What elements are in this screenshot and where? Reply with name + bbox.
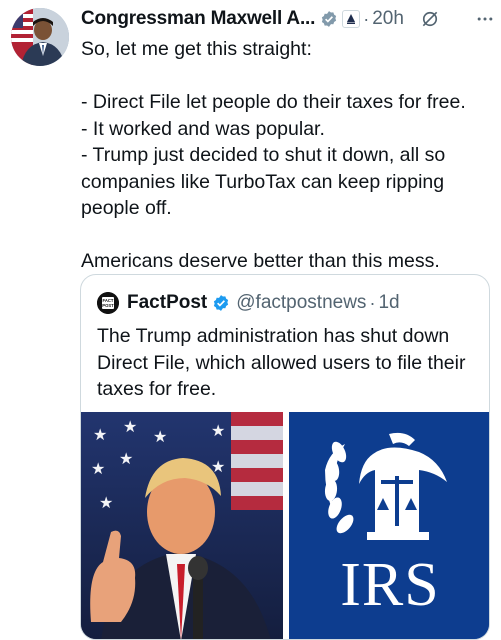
quoted-tweet-card[interactable]: FACT POST FactPost @factpostnews · 1d Th…: [80, 274, 490, 640]
separator-dot: ·: [369, 292, 376, 313]
verified-badge-icon: [320, 10, 338, 28]
svg-text:★: ★: [153, 427, 167, 446]
author-avatar[interactable]: [11, 8, 69, 66]
tweet-line: - It worked and was popular.: [81, 117, 325, 140]
svg-text:★: ★: [99, 493, 113, 512]
svg-text:★: ★: [123, 417, 137, 436]
more-options-icon[interactable]: [475, 9, 495, 29]
svg-text:★: ★: [91, 459, 105, 478]
tweet-text: So, let me get this straight: - Direct F…: [81, 36, 496, 275]
svg-text:★: ★: [93, 425, 107, 444]
quoted-author-handle[interactable]: @factpostnews: [236, 292, 366, 314]
verified-badge-icon: [212, 294, 230, 312]
svg-text:★: ★: [211, 421, 225, 440]
avatar-image: [11, 8, 69, 66]
quoted-tweet-media[interactable]: ★ ★ ★ ★ ★ ★ ★ ★ IRS: [81, 412, 489, 639]
irs-label: IRS: [340, 551, 440, 619]
quoted-author-display-name[interactable]: FactPost: [127, 292, 207, 314]
tweet-line: - Trump just decided to shut it down, al…: [81, 144, 446, 219]
irs-logo[interactable]: IRS: [289, 412, 489, 639]
tweet-line: - Direct File let people do their taxes …: [81, 91, 466, 113]
tweet-line: Americans deserve better than this mess.: [81, 250, 440, 272]
quoted-author-avatar[interactable]: FACT POST: [97, 292, 119, 314]
author-display-name[interactable]: Congressman Maxwell A...: [81, 8, 315, 30]
photo-image: ★ ★ ★ ★ ★ ★ ★ ★: [81, 412, 283, 639]
quoted-tweet-text: The Trump administration has shut down D…: [97, 325, 466, 400]
svg-text:★: ★: [119, 449, 133, 468]
avatar-logo-text-2: POST: [102, 303, 114, 308]
separator-dot: ·: [363, 8, 370, 29]
tweet[interactable]: Congressman Maxwell A... · 20h So, let m…: [0, 0, 501, 640]
tweet-line: So, let me get this straight:: [81, 38, 312, 60]
tweet-time[interactable]: 20h: [372, 8, 404, 30]
quoted-tweet-time[interactable]: 1d: [378, 292, 399, 314]
tweet-header: Congressman Maxwell A... · 20h: [81, 6, 495, 32]
government-affiliation-icon[interactable]: [342, 10, 361, 28]
quoted-tweet-header: FACT POST FactPost @factpostnews · 1d: [97, 291, 477, 315]
grok-icon[interactable]: [420, 9, 440, 29]
photo-of-trump-thumbs-up[interactable]: ★ ★ ★ ★ ★ ★ ★ ★: [81, 412, 283, 639]
